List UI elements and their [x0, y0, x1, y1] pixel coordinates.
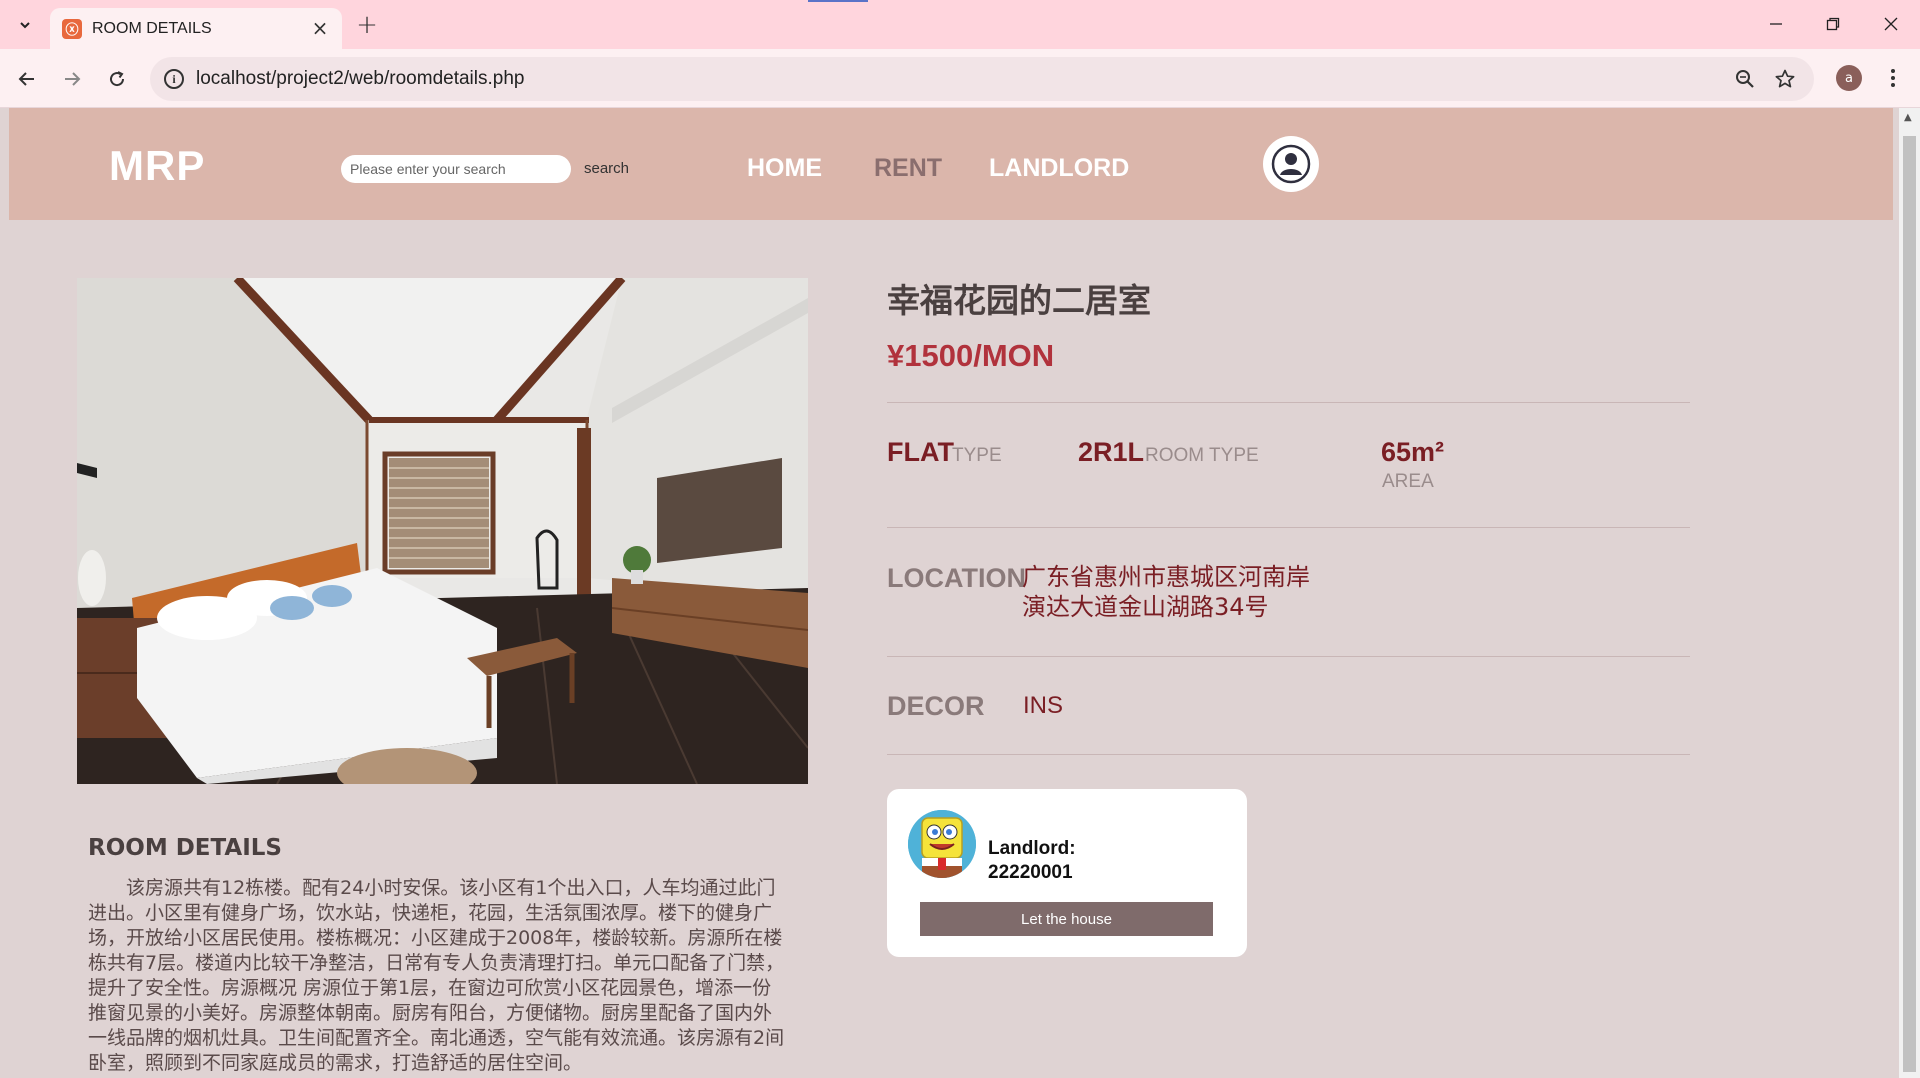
room-title: 幸福花园的二居室	[887, 281, 1151, 320]
decor-label: DECOR	[887, 691, 985, 721]
xampp-favicon-icon: ⓧ	[62, 18, 82, 39]
zoom-icon[interactable]	[1732, 66, 1758, 92]
kebab-menu-icon[interactable]	[1880, 63, 1906, 93]
room-details-description: 该房源共有12栋楼。配有24小时安保。该小区有1个出入口，人车均通过此门进出。小…	[88, 877, 785, 1074]
minimize-icon[interactable]	[1756, 8, 1796, 40]
address-bar[interactable]: i localhost/project2/web/roomdetails.php	[150, 57, 1814, 101]
nav-landlord-link[interactable]: LANDLORD	[989, 154, 1129, 183]
landlord-avatar[interactable]	[908, 810, 976, 878]
bookmark-star-icon[interactable]	[1772, 66, 1798, 92]
tab-close-icon[interactable]: ×	[308, 16, 332, 40]
page-scrollbar[interactable]: ▲	[1899, 108, 1920, 1078]
nav-rent-link[interactable]: RENT	[874, 154, 942, 183]
tab-indicator	[808, 0, 868, 2]
divider	[887, 527, 1690, 528]
site-header: MRP search HOME RENT LANDLORD	[9, 108, 1893, 220]
landlord-label-block: Landlord: 22220001	[988, 837, 1076, 885]
scroll-thumb[interactable]	[1903, 136, 1916, 1072]
browser-titlebar: ⓧ ROOM DETAILS × +	[0, 0, 1920, 49]
divider	[887, 656, 1690, 657]
room-type-value: 2R1L	[1078, 437, 1145, 467]
search-button[interactable]: search	[584, 160, 629, 177]
forward-arrow-icon[interactable]	[55, 62, 89, 96]
area-label: AREA	[1382, 471, 1434, 492]
profile-avatar[interactable]: a	[1836, 65, 1862, 91]
divider	[887, 402, 1690, 403]
type-value: FLAT	[887, 437, 954, 467]
room-price: ¥1500/MON	[887, 338, 1055, 373]
tab-search-chevron-icon[interactable]	[10, 10, 40, 40]
url-text[interactable]: localhost/project2/web/roomdetails.php	[196, 68, 524, 90]
divider	[887, 754, 1690, 755]
room-photo	[77, 278, 808, 784]
search-input[interactable]	[341, 155, 571, 183]
landlord-label: Landlord:	[988, 838, 1076, 859]
type-label: TYPE	[952, 445, 1002, 466]
user-account-icon[interactable]	[1263, 136, 1319, 192]
browser-tab[interactable]: ⓧ ROOM DETAILS ×	[50, 8, 342, 49]
landlord-id: 22220001	[988, 862, 1073, 883]
site-logo[interactable]: MRP	[109, 142, 205, 190]
browser-toolbar: i localhost/project2/web/roomdetails.php…	[0, 49, 1920, 108]
landlord-card: Landlord: 22220001 Let the house	[887, 789, 1247, 957]
restore-icon[interactable]	[1813, 8, 1853, 40]
location-line-1: 广东省惠州市惠城区河南岸	[1022, 563, 1310, 591]
back-arrow-icon[interactable]	[10, 62, 44, 96]
nav-home-link[interactable]: HOME	[747, 154, 822, 183]
room-type-label: ROOM TYPE	[1145, 445, 1259, 466]
new-tab-plus-icon[interactable]: +	[352, 10, 382, 40]
let-the-house-button[interactable]: Let the house	[920, 902, 1213, 936]
location-label: LOCATION	[887, 563, 1026, 593]
site-info-icon[interactable]: i	[164, 69, 184, 89]
tab-title: ROOM DETAILS	[92, 19, 212, 37]
close-window-icon[interactable]	[1871, 8, 1911, 40]
scroll-up-arrow-icon[interactable]: ▲	[1904, 112, 1912, 123]
location-line-2: 演达大道金山湖路34号	[1022, 593, 1269, 621]
decor-value: INS	[1023, 692, 1064, 719]
room-details-heading: ROOM DETAILS	[88, 835, 282, 861]
reload-icon[interactable]	[100, 62, 134, 96]
area-value: 65m²	[1381, 437, 1445, 467]
